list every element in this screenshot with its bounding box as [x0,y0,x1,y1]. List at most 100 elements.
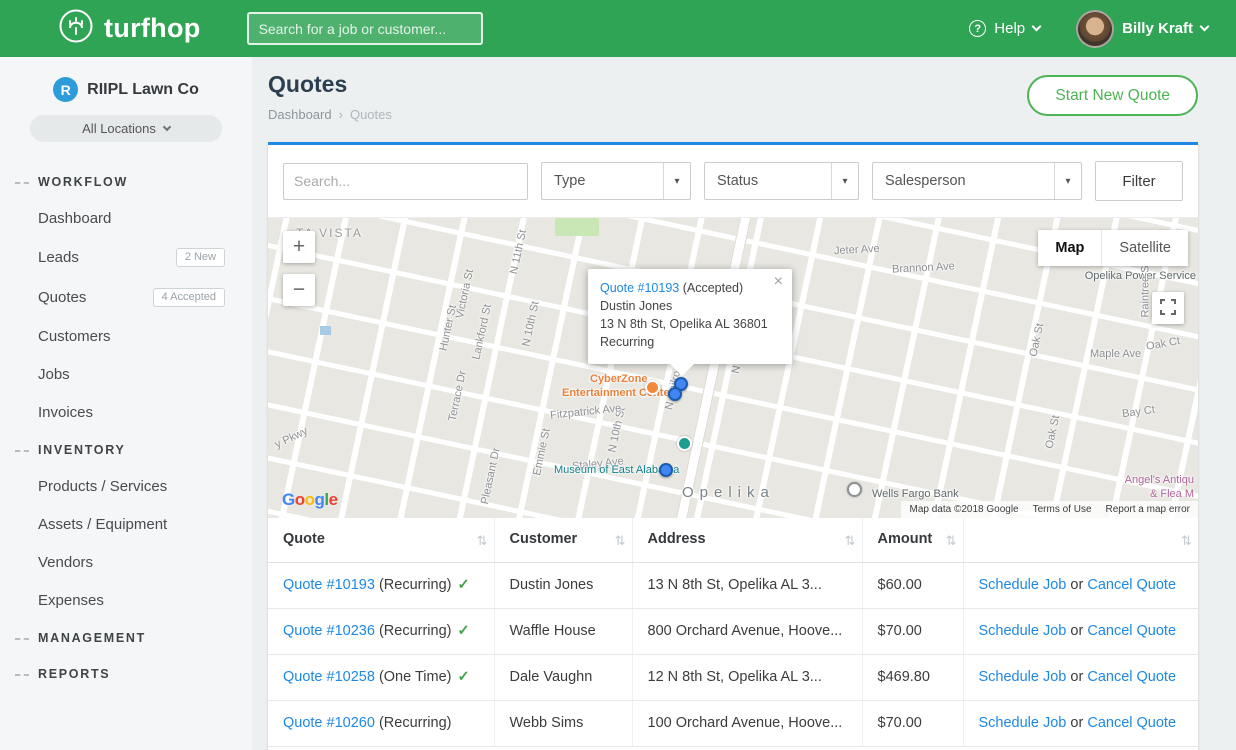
column-header-actions[interactable]: ⇅ [963,518,1198,562]
quotes-table: ⇅Quote ⇅Customer ⇅Address ⇅Amount ⇅ Quot… [268,518,1198,747]
sidebar-item-vendors[interactable]: Vendors [0,544,252,582]
infowindow-quote-link[interactable]: Quote #10193 [600,281,679,295]
google-logo[interactable]: Google [282,490,338,510]
action-separator: or [1070,577,1083,593]
sidebar-section-workflow: WORKFLOW [0,164,252,200]
sidebar-nav: WORKFLOW Dashboard Leads 2 New Quotes 4 … [0,164,252,692]
map-marker-quote[interactable] [659,463,673,477]
global-search-input[interactable] [247,12,483,45]
company-logo-icon: R [53,77,78,102]
map-type-satellite-button[interactable]: Satellite [1101,230,1188,266]
sidebar-item-label: Leads [38,249,79,266]
company-selector[interactable]: R RIIPL Lawn Co [0,77,252,102]
map-type-map-button[interactable]: Map [1038,230,1101,266]
map-label: Angel's Antiqu [1125,474,1194,486]
customer-cell: Dale Vaughn [494,654,632,700]
bank-poi-icon [847,482,862,497]
sort-icon[interactable]: ⇅ [1181,533,1192,549]
schedule-job-link[interactable]: Schedule Job [979,577,1067,593]
map-water-patch [320,326,331,335]
chevron-down-icon [1200,22,1210,32]
schedule-job-link[interactable]: Schedule Job [979,669,1067,685]
start-new-quote-button[interactable]: Start New Quote [1027,75,1198,116]
breadcrumb: Dashboard › Quotes [268,107,392,122]
column-header-customer[interactable]: ⇅Customer [494,518,632,562]
report-map-error-link[interactable]: Report a map error [1106,504,1190,515]
infowindow-frequency: Recurring [600,333,778,351]
turfhop-logo-icon [58,8,94,49]
terms-of-use-link[interactable]: Terms of Use [1033,504,1092,515]
sidebar-section-management[interactable]: MANAGEMENT [0,620,252,656]
infowindow-address: 13 N 8th St, Opelika AL 36801 [600,315,778,333]
user-name: Billy Kraft [1122,20,1193,37]
table-row: Quote #10236 (Recurring)✓ Waffle House 8… [268,608,1198,654]
sidebar-item-label: Jobs [38,366,70,383]
sidebar-item-products-services[interactable]: Products / Services [0,468,252,506]
map-label: Raintree St [1140,262,1152,317]
user-menu[interactable]: Billy Kraft [1076,10,1208,48]
sort-icon[interactable]: ⇅ [615,533,626,549]
schedule-job-link[interactable]: Schedule Job [979,715,1067,731]
customer-cell: Waffle House [494,608,632,654]
action-separator: or [1070,623,1083,639]
map-label: CyberZone [590,373,647,385]
column-header-quote[interactable]: ⇅Quote [268,518,494,562]
fullscreen-button[interactable] [1152,292,1184,324]
sidebar-item-invoices[interactable]: Invoices [0,394,252,432]
quote-link[interactable]: Quote #10258 [283,669,375,685]
sidebar-item-quotes[interactable]: Quotes 4 Accepted [0,278,252,318]
quote-link[interactable]: Quote #10260 [283,715,375,731]
turfhop-logo[interactable]: turfhop [58,8,201,49]
sidebar-item-label: Dashboard [38,210,111,227]
quotes-search-input[interactable] [283,163,528,200]
zoom-out-button[interactable]: − [283,274,315,306]
help-icon: ? [969,20,986,37]
cancel-quote-link[interactable]: Cancel Quote [1087,669,1176,685]
table-cutoff [268,747,1198,750]
quote-link[interactable]: Quote #10236 [283,623,375,639]
address-cell: 13 N 8th St, Opelika AL 3... [632,562,862,608]
sidebar-item-leads[interactable]: Leads 2 New [0,238,252,278]
cancel-quote-link[interactable]: Cancel Quote [1087,715,1176,731]
schedule-job-link[interactable]: Schedule Job [979,623,1067,639]
sidebar-item-jobs[interactable]: Jobs [0,356,252,394]
map-canvas[interactable]: TA VISTA Jeter Ave Brannon Ave Opelika P… [268,218,1198,518]
infowindow-title: Quote #10193 (Accepted) [600,279,778,297]
action-separator: or [1070,669,1083,685]
column-header-address[interactable]: ⇅Address [632,518,862,562]
fullscreen-icon [1160,299,1176,318]
type-select[interactable]: Type ▾ [541,162,691,200]
salesperson-select[interactable]: Salesperson ▾ [872,162,1082,200]
help-menu[interactable]: ? Help [969,20,1040,37]
sidebar-item-assets-equipment[interactable]: Assets / Equipment [0,506,252,544]
locations-dropdown[interactable]: All Locations [30,115,222,142]
status-select[interactable]: Status ▾ [704,162,859,200]
filter-button[interactable]: Filter [1095,161,1183,201]
section-label: WORKFLOW [38,175,128,189]
zoom-in-button[interactable]: + [283,231,315,263]
cancel-quote-link[interactable]: Cancel Quote [1087,577,1176,593]
amount-cell: $70.00 [862,608,963,654]
quote-type: (Recurring) [379,623,452,639]
map-marker-quote[interactable] [668,387,682,401]
sort-icon[interactable]: ⇅ [845,533,856,549]
sidebar-item-label: Expenses [38,592,104,609]
sidebar-item-expenses[interactable]: Expenses [0,582,252,620]
type-select-value: Type [554,173,585,189]
sidebar-item-dashboard[interactable]: Dashboard [0,200,252,238]
close-icon[interactable]: × [774,274,783,290]
sort-icon[interactable]: ⇅ [946,533,957,549]
sidebar-item-customers[interactable]: Customers [0,318,252,356]
breadcrumb-dashboard[interactable]: Dashboard [268,107,332,122]
cancel-quote-link[interactable]: Cancel Quote [1087,623,1176,639]
column-header-amount[interactable]: ⇅Amount [862,518,963,562]
quote-type: (One Time) [379,669,452,685]
sidebar-item-label: Vendors [38,554,93,571]
chevron-down-icon: ▾ [1054,163,1081,199]
quote-link[interactable]: Quote #10193 [283,577,375,593]
sidebar-section-reports[interactable]: REPORTS [0,656,252,692]
sort-icon[interactable]: ⇅ [477,533,488,549]
museum-poi-icon [677,436,692,451]
address-cell: 100 Orchard Avenue, Hoove... [632,700,862,746]
chevron-down-icon [1032,22,1042,32]
